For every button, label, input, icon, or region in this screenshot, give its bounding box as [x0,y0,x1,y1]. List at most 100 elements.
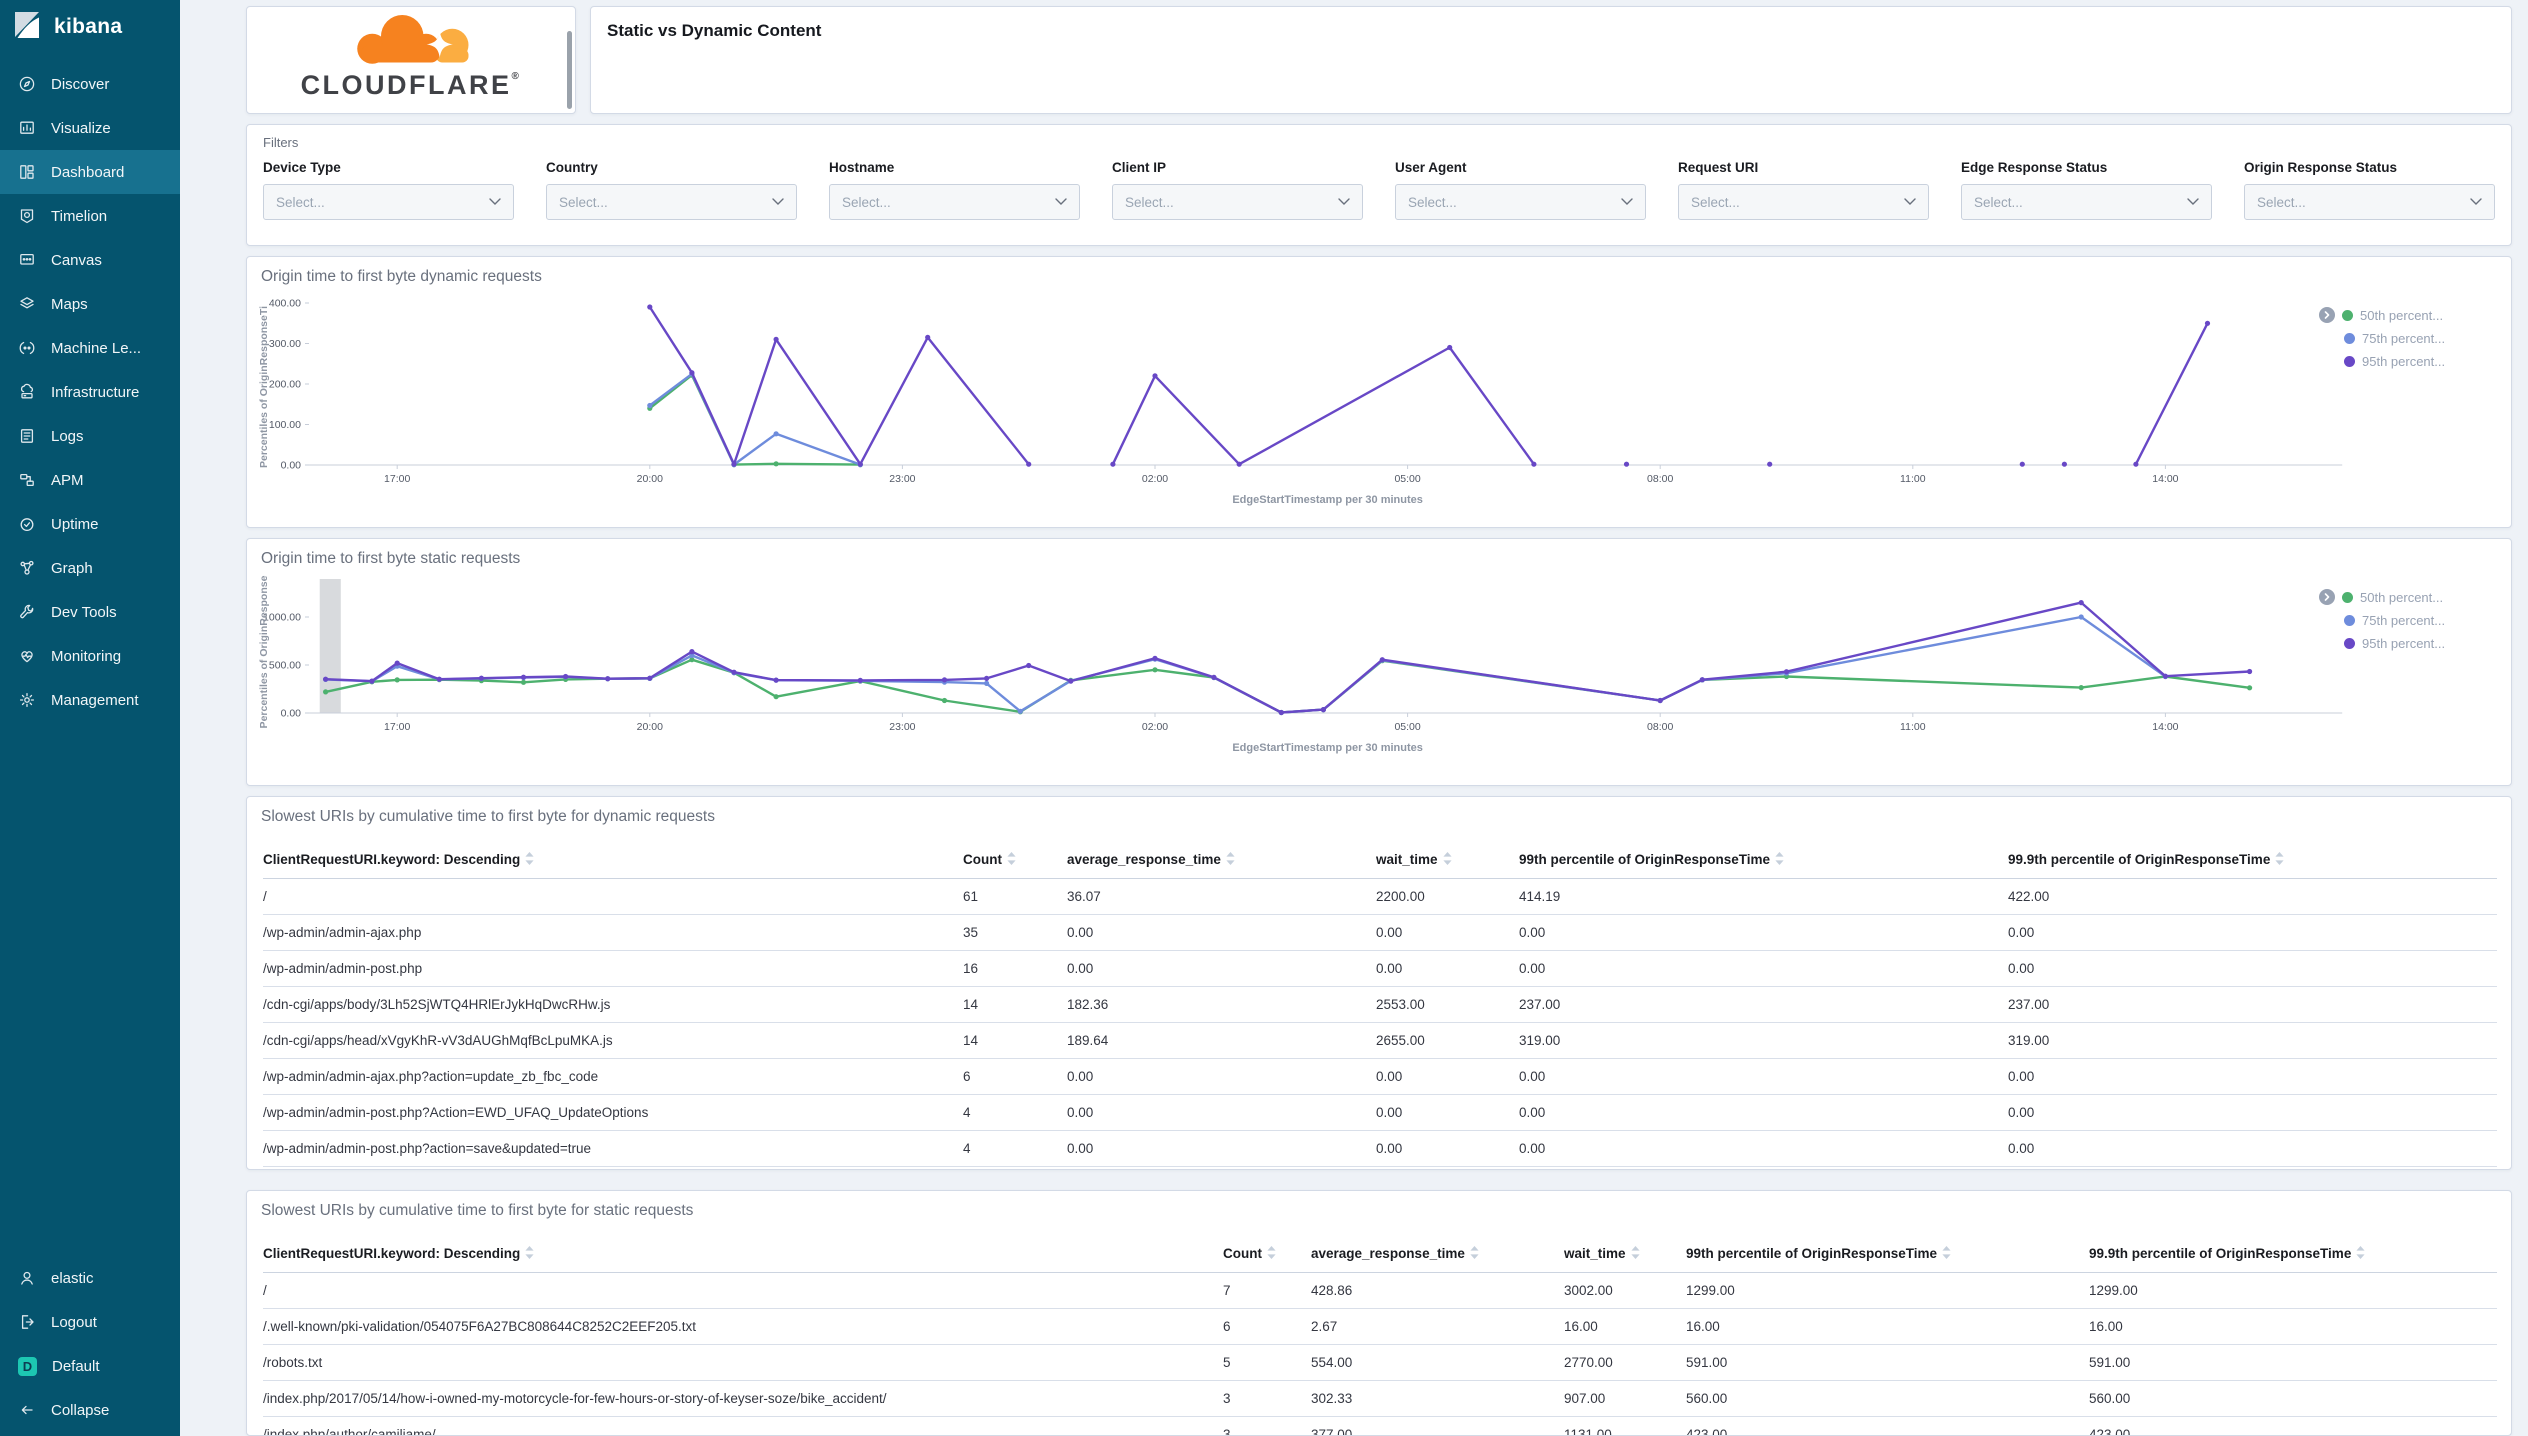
column-header[interactable]: wait_time [1376,842,1519,879]
table-cell: 4 [963,1166,1067,1169]
sidebar-item-maps[interactable]: Maps [0,282,180,326]
column-header[interactable]: wait_time [1564,1236,1686,1273]
legend-color-dot [2344,614,2355,626]
sort-icon [1942,1246,1951,1262]
table-cell: 6 [1223,1308,1311,1345]
table-cell: 554.00 [1311,1344,1564,1381]
kibana-logo[interactable]: kibana [0,0,180,54]
sidebar-item-discover[interactable]: Discover [0,62,180,106]
filter-select-request-uri[interactable]: Select... [1678,184,1929,220]
legend-color-dot [2342,309,2353,321]
filter-field-hostname: Hostname Select... [829,160,1080,220]
table-cell: 3 [1223,1416,1311,1435]
table-cell: 16 [963,950,1067,987]
sort-icon [1630,1246,1640,1262]
table-cell: 4 [963,1130,1067,1167]
legend-spacer [2319,612,2337,628]
column-header-label: average_response_time [1311,1246,1465,1261]
sidebar-item-visualize[interactable]: Visualize [0,106,180,150]
data-point [2133,461,2139,467]
filter-select-country[interactable]: Select... [546,184,797,220]
column-header-label: ClientRequestURI.keyword: Descending [263,852,521,867]
data-point [323,676,329,682]
sidebar-item-ml[interactable]: Machine Le... [0,326,180,370]
sidebar-footer-user[interactable]: elastic [0,1256,180,1300]
chart-legend: 50th percent... 75th percent... 95th perce… [2319,589,2497,658]
data-point [2061,461,2067,467]
sidebar-item-management[interactable]: Management [0,678,180,722]
column-header[interactable]: 99.9th percentile of OriginResponseTime [2008,842,2497,879]
data-point [925,334,931,340]
sidebar-item-apm[interactable]: APM [0,458,180,502]
table-cell: /wp-admin/admin-post.php?action=save&upd… [263,1130,963,1167]
select-placeholder: Select... [1125,194,1174,210]
x-axis-tick-label: 23:00 [889,721,915,733]
filter-select-edge-response-status[interactable]: Select... [1961,184,2212,220]
table-cell: 591.00 [1686,1344,2089,1381]
select-placeholder: Select... [559,194,608,210]
column-header[interactable]: average_response_time [1311,1236,1564,1273]
filter-select-origin-response-status[interactable]: Select... [2244,184,2495,220]
sidebar-item-canvas[interactable]: Canvas [0,238,180,282]
sidebar-item-dashboard[interactable]: Dashboard [0,150,180,194]
column-header[interactable]: ClientRequestURI.keyword: Descending [263,1236,1223,1273]
data-point [1767,461,1773,467]
x-axis-tick-label: 20:00 [637,473,663,485]
table-cell: /cdn-cgi/apps/head/xVgyKhR-vV3dAUGhMqfBc… [263,1022,963,1059]
select-placeholder: Select... [276,194,325,210]
y-axis-tick-label: 0.00 [281,460,302,472]
column-header[interactable]: 99th percentile of OriginResponseTime [1686,1236,2089,1273]
sidebar-footer-logout[interactable]: Logout [0,1300,180,1344]
column-header[interactable]: 99th percentile of OriginResponseTime [1519,842,2008,879]
data-point [1623,461,1630,467]
legend-item[interactable]: 50th percent... [2319,589,2497,605]
table-cell: 5 [1223,1344,1311,1381]
column-header[interactable]: Count [1223,1236,1311,1273]
table-cell: /index.php/author/camiliame/ [263,1416,1223,1435]
column-header[interactable]: ClientRequestURI.keyword: Descending [263,842,963,879]
logout-icon [18,1313,36,1331]
chart-panel-static-requests: Origin time to first byte static request… [246,538,2512,786]
sidebar-item-label: APM [51,471,84,489]
sidebar-item-devtools[interactable]: Dev Tools [0,590,180,634]
legend-item[interactable]: 95th percent... [2319,353,2497,369]
sidebar-item-label: Monitoring [51,647,122,665]
sidebar-item-uptime[interactable]: Uptime [0,502,180,546]
legend-item[interactable]: 95th percent... [2319,635,2497,651]
table-cell: 319.00 [1519,1022,2008,1059]
column-header[interactable]: Count [963,842,1067,879]
data-point [689,370,695,376]
filter-select-device-type[interactable]: Select... [263,184,514,220]
filter-label: Origin Response Status [2244,160,2398,175]
sidebar-item-monitoring[interactable]: Monitoring [0,634,180,678]
table-cell: 0.00 [2008,1094,2497,1131]
table-cell: 428.86 [1311,1272,1564,1309]
table-cell: 0.00 [1376,1130,1519,1167]
sidebar-footer-space-default[interactable]: D Default [0,1344,180,1388]
filter-select-hostname[interactable]: Select... [829,184,1080,220]
table-cell: /index.php/2017/05/14/how-i-owned-my-mot… [263,1380,1223,1417]
table-cell: /wp-admin/admin-ajax.php [263,914,963,951]
panel-scrollbar-thumb[interactable] [567,31,572,109]
series-line [324,658,2251,714]
sidebar-item-label: Management [51,691,139,709]
sidebar-item-infrastructure[interactable]: Infrastructure [0,370,180,414]
legend-item[interactable]: 50th percent... [2319,307,2497,323]
partial-bucket-band [319,579,341,713]
sidebar-item-timelion[interactable]: Timelion [0,194,180,238]
devtools-icon [18,603,36,621]
filter-select-user-agent[interactable]: Select... [1395,184,1646,220]
legend-expand-button[interactable] [2319,307,2335,323]
legend-color-dot [2342,591,2353,603]
chevron-down-icon [772,193,784,211]
column-header[interactable]: average_response_time [1067,842,1376,879]
legend-item[interactable]: 75th percent... [2319,612,2497,628]
sidebar-item-graph[interactable]: Graph [0,546,180,590]
sidebar-footer-nav: elastic Logout D Default Collapse [0,1256,180,1432]
legend-item[interactable]: 75th percent... [2319,330,2497,346]
legend-expand-button[interactable] [2319,589,2335,605]
filter-select-client-ip[interactable]: Select... [1112,184,1363,220]
sidebar-item-logs[interactable]: Logs [0,414,180,458]
sidebar-footer-collapse[interactable]: Collapse [0,1388,180,1432]
column-header[interactable]: 99.9th percentile of OriginResponseTime [2089,1236,2497,1273]
